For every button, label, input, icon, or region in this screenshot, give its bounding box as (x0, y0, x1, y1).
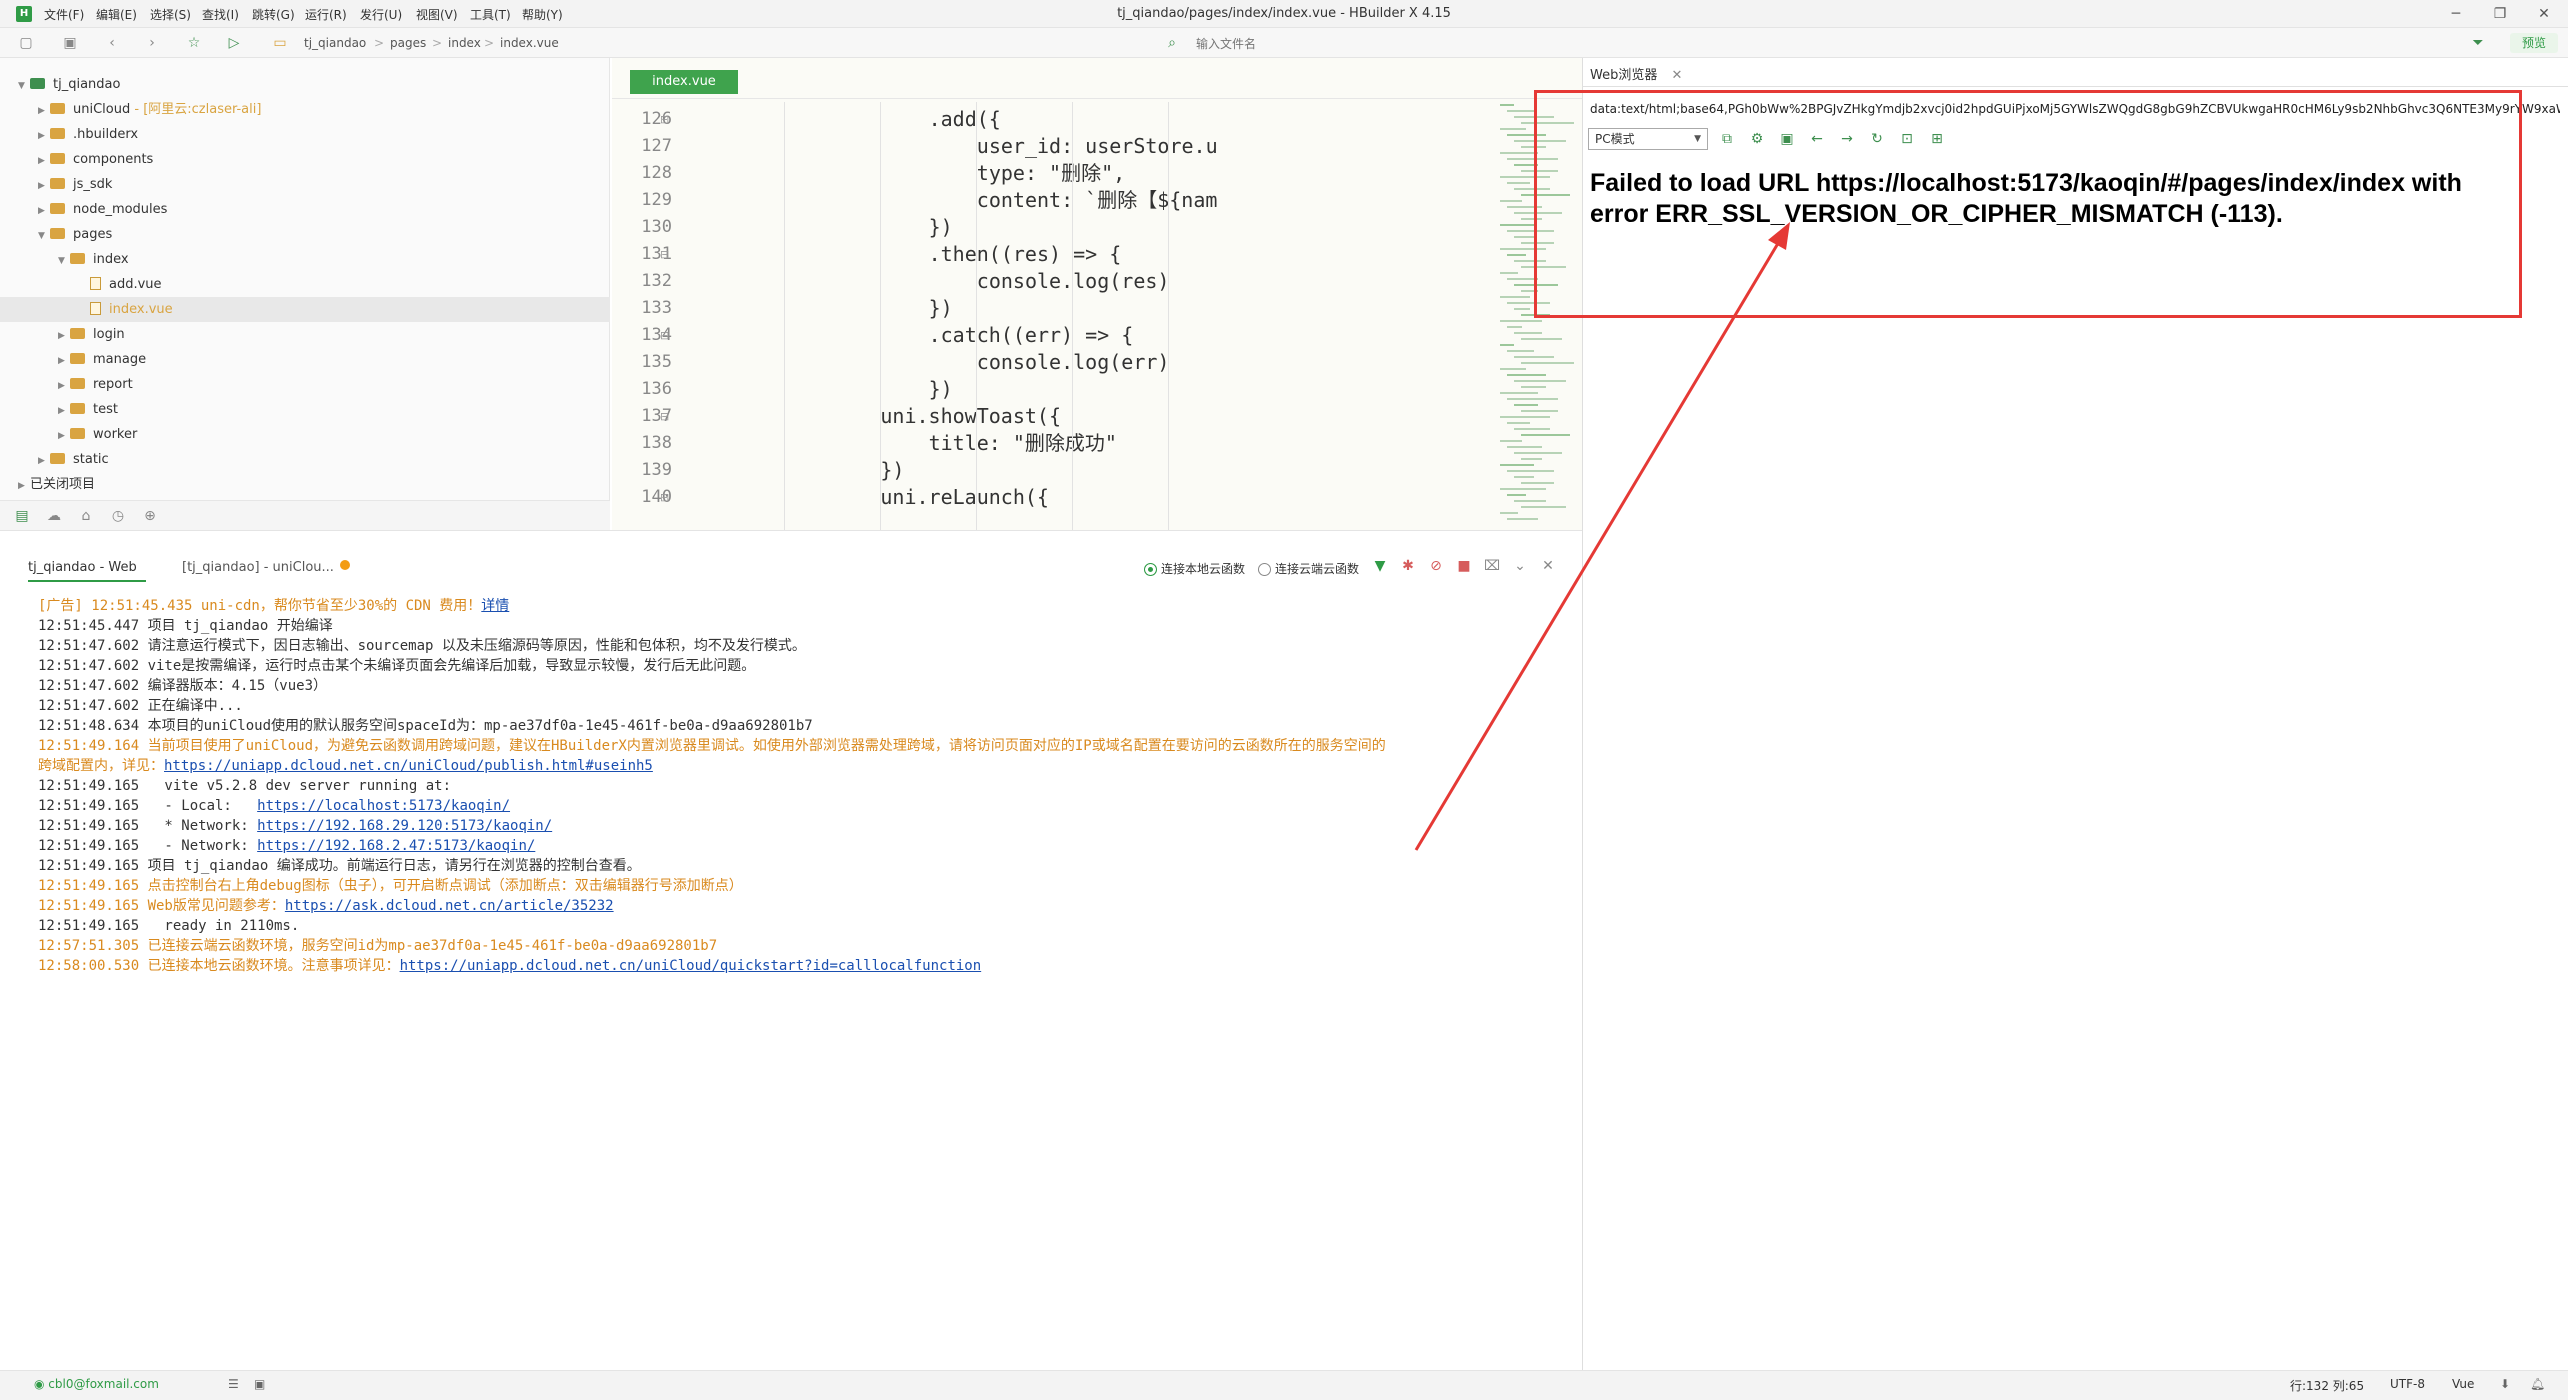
annotation-arrow-head (1768, 222, 1790, 250)
annotation-arrow-overlay (1414, 222, 1790, 851)
annotation-arrow-line (1414, 239, 1782, 851)
annotation-arrow (1414, 222, 1790, 851)
